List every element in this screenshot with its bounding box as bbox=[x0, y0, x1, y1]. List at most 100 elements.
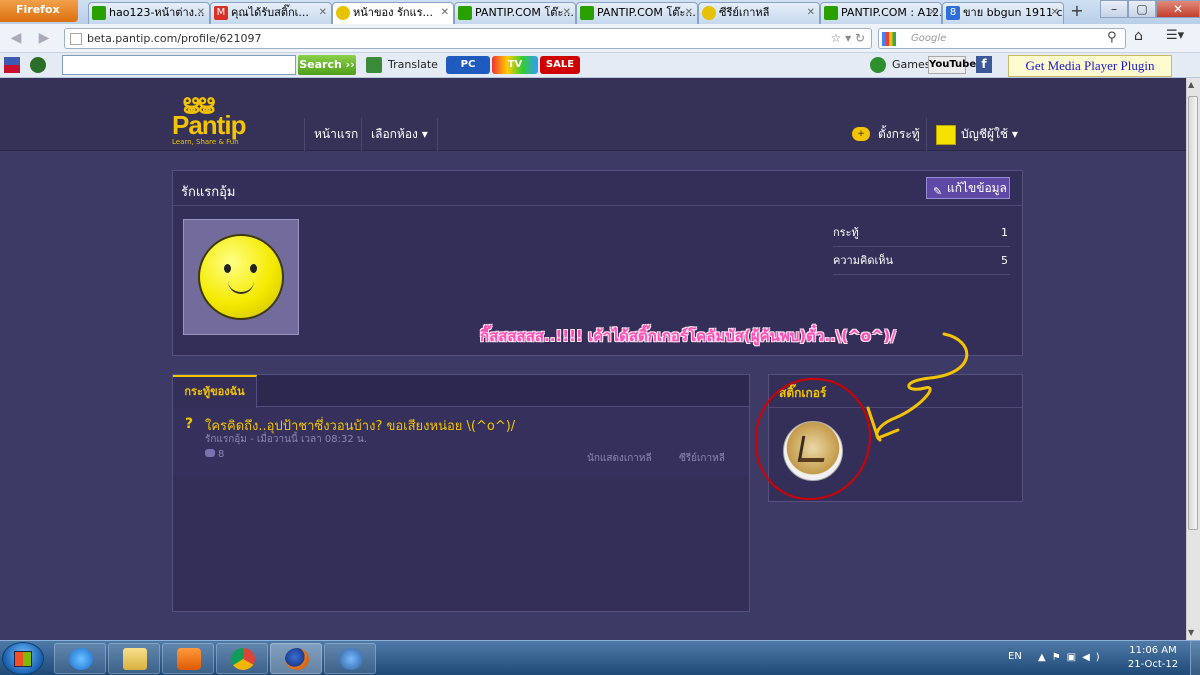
tab-my-topics[interactable]: กระทู้ของฉัน bbox=[173, 375, 257, 408]
browser-search-box[interactable]: Google ⚲ bbox=[878, 28, 1126, 49]
taskbar-clock[interactable]: 11:06 AM 21-Oct-12 bbox=[1118, 644, 1188, 672]
profile-avatar bbox=[183, 219, 299, 335]
logo-text: Pantip bbox=[172, 110, 246, 140]
firefox-menu-button[interactable]: Firefox bbox=[0, 0, 78, 22]
edit-profile-label: แก้ไขข้อมูล bbox=[947, 181, 1007, 195]
scroll-thumb[interactable] bbox=[1188, 96, 1198, 530]
topic-list-item[interactable]: ? ใครคิดถึง..อุปป้าชาซึ่งวอนบ้าง? ขอเสีย… bbox=[173, 408, 749, 476]
close-icon[interactable]: ✕ bbox=[1051, 3, 1059, 23]
profile-name: รักแรกอุ้ม bbox=[181, 185, 236, 200]
comment-bubble-icon bbox=[205, 449, 215, 457]
show-desktop-button[interactable] bbox=[1190, 641, 1200, 675]
close-icon[interactable]: ✕ bbox=[685, 3, 693, 23]
scroll-up-arrow-icon[interactable]: ▲ bbox=[1188, 80, 1194, 89]
toolbar-logo-icon[interactable] bbox=[30, 57, 46, 73]
gmail-icon: M bbox=[214, 6, 228, 20]
close-icon[interactable]: ✕ bbox=[319, 3, 327, 23]
logo-tagline: Learn, Share & Fun bbox=[172, 138, 239, 146]
navigation-bar: ◀ ▶ beta.pantip.com/profile/621097 ☆ ▾ ↻… bbox=[0, 24, 1200, 53]
youtube-button[interactable]: YouTube bbox=[928, 56, 976, 74]
close-icon[interactable]: ✕ bbox=[197, 3, 205, 23]
back-arrow-icon[interactable]: ◀ bbox=[6, 28, 26, 48]
address-bar[interactable]: beta.pantip.com/profile/621097 ☆ ▾ ↻ bbox=[64, 28, 872, 49]
pc-badge[interactable]: PC bbox=[446, 56, 490, 74]
get-plugin-link[interactable]: Get Media Player Plugin bbox=[1008, 55, 1172, 77]
eight-icon: 8 bbox=[946, 6, 960, 20]
google-icon[interactable] bbox=[882, 32, 896, 46]
close-icon[interactable]: ✕ bbox=[441, 3, 449, 23]
games-button[interactable]: Games bbox=[892, 58, 930, 71]
browser-tab[interactable]: M คุณได้รับสติ๊กเ... ✕ bbox=[210, 2, 332, 24]
site-identity-icon[interactable] bbox=[70, 33, 82, 45]
system-tray-icons[interactable]: ▲⚑▣◀) bbox=[1038, 652, 1106, 663]
smiley-icon bbox=[336, 6, 350, 20]
magnifier-icon[interactable]: ⚲ bbox=[1107, 30, 1117, 45]
firefox-icon bbox=[285, 648, 309, 670]
edit-profile-button[interactable]: ✎ แก้ไขข้อมูล bbox=[926, 177, 1010, 199]
clock-date: 21-Oct-12 bbox=[1127, 659, 1179, 670]
speech-bubble-icon: + bbox=[852, 127, 870, 141]
browser-tab[interactable]: hao123-หน้าต่าง... ✕ bbox=[88, 2, 210, 24]
cactus-icon bbox=[458, 6, 472, 20]
bookmarks-menu-icon[interactable]: ☰▾ bbox=[1166, 28, 1184, 43]
flag-icon[interactable] bbox=[4, 57, 20, 73]
stat-label: กระทู้ bbox=[833, 226, 859, 239]
new-tab-button[interactable]: + bbox=[1066, 2, 1088, 22]
search-button-label: Search bbox=[299, 58, 342, 71]
firefox-taskbar-button[interactable] bbox=[270, 643, 322, 674]
stat-comments[interactable]: ความคิดเห็น 5 bbox=[833, 247, 1010, 275]
ie-taskbar-button[interactable] bbox=[54, 643, 106, 674]
browser-tab[interactable]: PANTIP.COM โต๊ะ... ✕ bbox=[454, 2, 576, 24]
games-icon[interactable] bbox=[870, 57, 886, 73]
browser-tab-strip: Firefox hao123-หน้าต่าง... ✕ M คุณได้รับ… bbox=[0, 0, 1200, 24]
maximize-icon[interactable]: ▢ bbox=[1128, 0, 1156, 18]
scroll-down-arrow-icon[interactable]: ▼ bbox=[1188, 628, 1194, 637]
tv-badge[interactable]: TV bbox=[492, 56, 538, 74]
forward-arrow-icon[interactable]: ▶ bbox=[34, 28, 54, 48]
browser-tab[interactable]: 8 ขาย bbgun 1911 co... ✕ bbox=[942, 2, 1064, 24]
bookmark-star-icon[interactable]: ☆ ▾ ↻ bbox=[831, 31, 865, 45]
nav-home[interactable]: หน้าแรก bbox=[304, 118, 367, 151]
home-icon[interactable]: ⌂ bbox=[1134, 28, 1143, 44]
translate-icon[interactable] bbox=[366, 57, 382, 73]
pantip-logo[interactable]: ൠൠ Pantip Learn, Share & Fun bbox=[172, 90, 268, 146]
stat-topics[interactable]: กระทู้ 1 bbox=[833, 219, 1010, 247]
topic-tag[interactable]: ซีรีย์เกาหลี bbox=[679, 451, 725, 466]
close-icon[interactable]: ✕ bbox=[929, 3, 937, 23]
new-topic-button[interactable]: + ตั้งกระทู้ bbox=[852, 118, 920, 151]
handwritten-annotation: กี๊สสสสสส..!!!! เค้าได้สติ๊กเกอร์โคลัมบั… bbox=[480, 327, 896, 345]
media-taskbar-button[interactable] bbox=[162, 643, 214, 674]
sale-badge[interactable]: SALE bbox=[540, 56, 580, 74]
browser-tab[interactable]: PANTIP.COM : A12... ✕ bbox=[820, 2, 942, 24]
browser-tab[interactable]: ซีรีย์เกาหลี ✕ bbox=[698, 2, 820, 24]
start-button[interactable] bbox=[2, 642, 44, 675]
addon-toolbar: Search ›› Translate PC TV SALE Games You… bbox=[0, 53, 1200, 78]
facebook-icon[interactable]: f bbox=[976, 56, 992, 73]
hao123-icon bbox=[92, 6, 106, 20]
avatar-icon bbox=[936, 125, 956, 145]
smiley-icon bbox=[702, 6, 716, 20]
explorer-taskbar-button[interactable] bbox=[108, 643, 160, 674]
app-taskbar-button[interactable] bbox=[324, 643, 376, 674]
toolbar-search-button[interactable]: Search ›› bbox=[298, 55, 356, 75]
account-label: บัญชีผู้ใช้ ▾ bbox=[961, 127, 1018, 141]
nav-rooms[interactable]: เลือกห้อง ▾ bbox=[361, 118, 438, 151]
media-player-icon bbox=[177, 648, 201, 670]
tab-label: ซีรีย์เกาหลี bbox=[719, 6, 770, 19]
url-text[interactable]: beta.pantip.com/profile/621097 bbox=[87, 32, 262, 45]
browser-tab-active[interactable]: หน้าของ รักแร... ✕ bbox=[332, 2, 454, 24]
language-indicator[interactable]: EN bbox=[1008, 651, 1022, 662]
chrome-taskbar-button[interactable] bbox=[216, 643, 268, 674]
toolbar-search-input[interactable] bbox=[62, 55, 296, 75]
topic-meta: รักแรกอุ้ม - เมื่อวานนี้ เวลา 08:32 น. bbox=[205, 434, 367, 445]
translate-button[interactable]: Translate bbox=[388, 58, 438, 71]
close-icon[interactable]: ✕ bbox=[807, 3, 815, 23]
minimize-icon[interactable]: – bbox=[1100, 0, 1128, 18]
browser-tab[interactable]: PANTIP.COM โต๊ะ... ✕ bbox=[576, 2, 698, 24]
chrome-icon bbox=[231, 648, 255, 670]
topic-tag[interactable]: นักแสดงเกาหลี bbox=[587, 451, 652, 466]
account-menu[interactable]: บัญชีผู้ใช้ ▾ bbox=[926, 118, 1022, 151]
close-window-icon[interactable]: ✕ bbox=[1156, 0, 1200, 18]
smiley-avatar-icon bbox=[198, 234, 284, 320]
close-icon[interactable]: ✕ bbox=[563, 3, 571, 23]
